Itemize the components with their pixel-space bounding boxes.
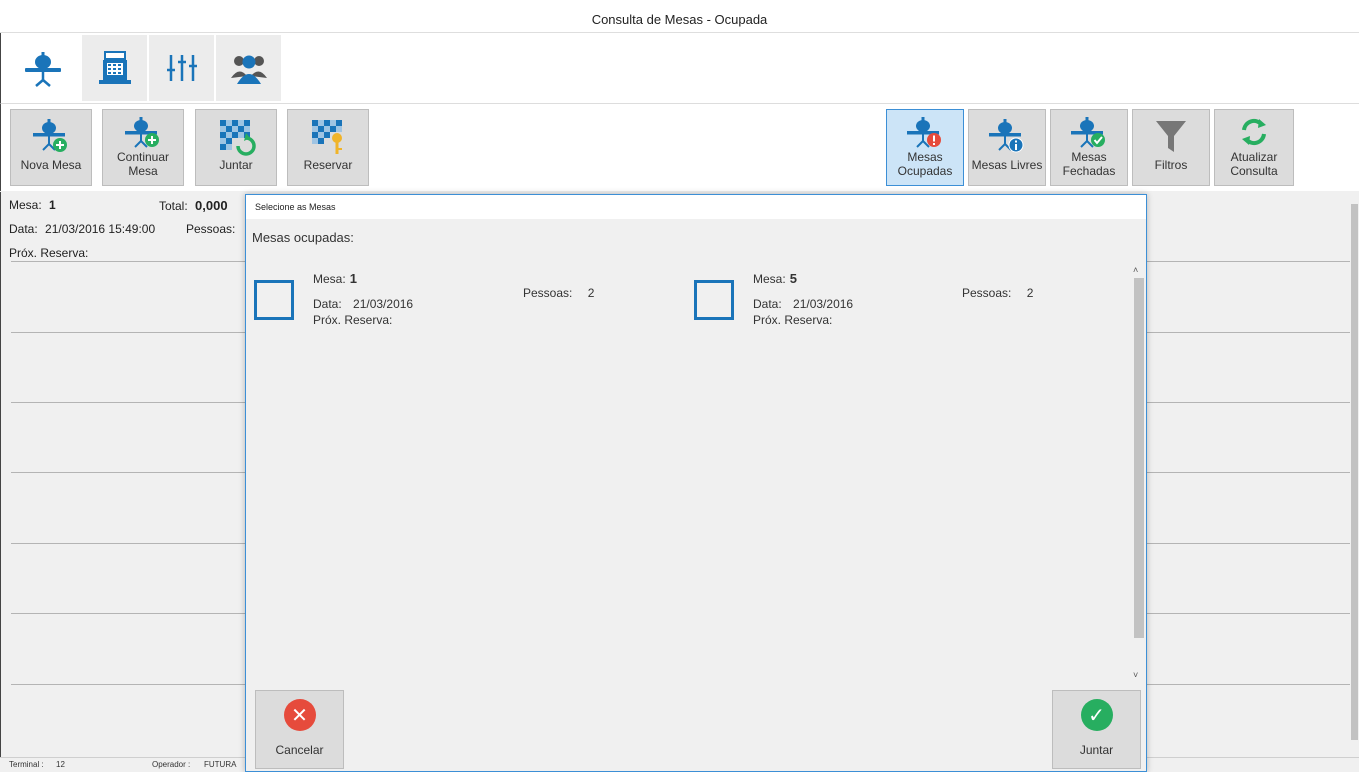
terminal-label: Terminal :: [9, 760, 44, 769]
data-value: 21/03/2016 15:49:00: [45, 222, 156, 236]
data-info: Data: 21/03/2016 15:49:00: [9, 222, 156, 236]
closed-table-icon: [1071, 117, 1105, 148]
mesa-checkbox[interactable]: [254, 280, 294, 320]
tab-usuarios[interactable]: [216, 35, 282, 101]
mesa-info: Mesa: 1: [9, 198, 56, 212]
tab-caixa[interactable]: [82, 35, 148, 101]
continuar-mesa-label: Continuar Mesa: [116, 150, 170, 178]
refresh-icon: [1242, 118, 1266, 146]
atualizar-consulta-button[interactable]: Atualizar Consulta: [1214, 109, 1294, 186]
action-toolbar: Nova Mesa Continuar Mesa Juntar Reservar…: [0, 103, 1359, 191]
nova-mesa-label: Nova Mesa: [20, 158, 82, 172]
users-icon: [230, 55, 267, 84]
juntar-confirm-button[interactable]: ✓ Juntar: [1052, 690, 1141, 769]
juntar-button[interactable]: Juntar: [195, 109, 277, 186]
dialog-title: Selecione as Mesas: [246, 195, 1146, 219]
pessoas-info: Pessoas:: [186, 222, 236, 236]
atualizar-consulta-label: Atualizar Consulta: [1230, 150, 1278, 178]
cancel-button[interactable]: ✕ Cancelar: [255, 690, 344, 769]
total-value: 0,000: [195, 198, 228, 213]
list-scrollbar-thumb[interactable]: [1351, 204, 1358, 740]
cash-register-icon: [98, 51, 131, 84]
mesa-card[interactable]: Mesa: 5 Data: 21/03/2016 Próx. Reserva: P…: [686, 271, 1126, 341]
mesas-fechadas-button[interactable]: Mesas Fechadas: [1050, 109, 1128, 186]
continue-table-icon: [125, 117, 159, 148]
mesa-pessoas: 2: [1026, 286, 1034, 300]
scroll-up-icon[interactable]: ˄: [1133, 265, 1138, 275]
filtros-label: Filtros: [1154, 158, 1188, 172]
operador-value: FUTURA: [204, 760, 237, 769]
continuar-mesa-button[interactable]: Continuar Mesa: [102, 109, 184, 186]
scroll-down-icon[interactable]: ˅: [1133, 670, 1138, 680]
terminal-value: 12: [56, 760, 65, 769]
mesa-number: 5: [789, 271, 797, 286]
cancel-label: Cancelar: [275, 743, 324, 757]
free-table-icon: [989, 119, 1024, 153]
mesa-number: 1: [349, 271, 357, 286]
main-tab-strip: [0, 33, 1359, 103]
mesas-ocupadas-button[interactable]: Mesas Ocupadas: [886, 109, 964, 186]
reserva-info: Próx. Reserva:: [9, 246, 89, 260]
dialog-scrollbar-thumb[interactable]: [1134, 278, 1144, 638]
operador-label: Operador :: [152, 760, 191, 769]
nova-mesa-button[interactable]: Nova Mesa: [10, 109, 92, 186]
mesas-livres-button[interactable]: Mesas Livres: [968, 109, 1046, 186]
reservar-label: Reservar: [303, 158, 353, 172]
mesa-reserva: Próx. Reserva:: [753, 313, 833, 327]
dialog-scrollbar[interactable]: ˄ ˅: [1132, 265, 1144, 685]
mesas-livres-label: Mesas Livres: [971, 158, 1043, 172]
dialog-subtitle: Mesas ocupadas:: [252, 230, 354, 245]
mesas-ocupadas-label: Mesas Ocupadas: [897, 150, 953, 178]
filtros-button[interactable]: Filtros: [1132, 109, 1210, 186]
occupied-table-icon: [907, 117, 941, 148]
select-tables-dialog: Selecione as Mesas Mesas ocupadas: Mesa:…: [245, 194, 1147, 772]
table-icon: [25, 52, 61, 87]
mesa-pessoas: 2: [587, 286, 595, 300]
total-info: Total: 0,000: [159, 198, 228, 213]
add-table-icon: [33, 119, 67, 152]
reserve-key-icon: [312, 120, 342, 154]
tab-mesas[interactable]: [10, 35, 76, 101]
mesa-card[interactable]: Mesa: 1 Data: 21/03/2016 Próx. Reserva: P…: [246, 271, 686, 341]
window-titlebar: Consulta de Mesas - Ocupada: [0, 0, 1359, 33]
sliders-icon: [166, 55, 197, 81]
check-icon: ✓: [1080, 699, 1113, 731]
filter-icon: [1156, 121, 1186, 152]
cancel-icon: ✕: [283, 699, 316, 731]
mesa-reserva: Próx. Reserva:: [313, 313, 393, 327]
window-title: Consulta de Mesas - Ocupada: [591, 12, 768, 27]
juntar-label: Juntar: [219, 158, 253, 172]
merge-tables-icon: [220, 120, 256, 156]
list-scrollbar[interactable]: [1350, 192, 1359, 757]
mesa-number: 1: [49, 198, 56, 212]
juntar-confirm-label: Juntar: [1079, 743, 1114, 757]
mesa-date: 21/03/2016: [353, 297, 414, 311]
mesas-fechadas-label: Mesas Fechadas: [1062, 150, 1116, 178]
mesa-checkbox[interactable]: [694, 280, 734, 320]
reservar-button[interactable]: Reservar: [287, 109, 369, 186]
mesa-date: 21/03/2016: [793, 297, 854, 311]
tab-configuracoes[interactable]: [149, 35, 215, 101]
